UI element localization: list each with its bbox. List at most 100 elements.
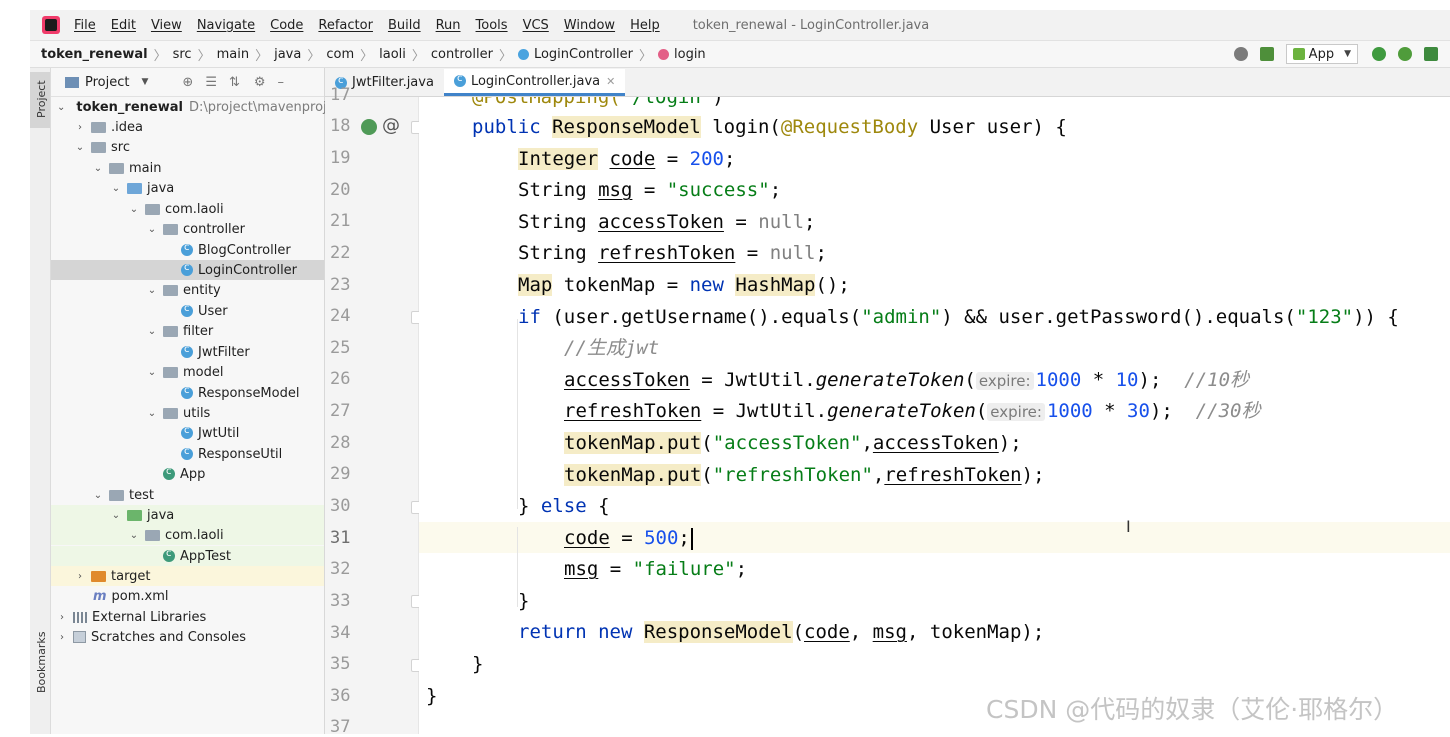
rerun-icon[interactable] <box>1372 47 1386 61</box>
run-config-select[interactable]: App ▼ <box>1285 44 1358 64</box>
tree-item-apptest[interactable]: AppTest <box>51 546 324 566</box>
tree-item-pom[interactable]: m pom.xml <box>51 586 366 606</box>
tree-label: target <box>111 568 151 584</box>
class-icon <box>181 262 193 276</box>
menu-run[interactable]: Run <box>436 18 461 33</box>
intellij-logo-icon <box>42 16 60 34</box>
code-line-28: tokenMap.put("accessToken",accessToken); <box>564 432 1022 454</box>
menu-file[interactable]: File <box>74 18 96 33</box>
tree-item-test-package[interactable]: ⌄ com.laoli <box>51 525 324 545</box>
close-icon[interactable]: ✕ <box>606 75 615 88</box>
menu-code[interactable]: Code <box>270 18 303 33</box>
code-line-17: @PostMapping("/login") <box>472 97 724 108</box>
chevron-right-icon: 〉 <box>307 48 321 64</box>
breadcrumb-com[interactable]: com <box>326 47 354 62</box>
line-number: 18 <box>330 116 351 136</box>
chevron-down-icon[interactable]: ⌄ <box>93 163 103 174</box>
code-line-25: //生成jwt <box>564 337 660 359</box>
chevron-down-icon[interactable]: ⌄ <box>147 367 157 378</box>
tree-label: BlogController <box>198 242 291 258</box>
tree-item-logincontroller[interactable]: LoginController <box>51 260 324 280</box>
chevron-right-icon[interactable]: › <box>75 571 85 582</box>
excluded-folder-icon <box>91 570 106 582</box>
tab-logincontroller[interactable]: LoginController.java ✕ <box>443 69 626 96</box>
project-panel-header: Project ▼ ⊕ ☰ ⇅ ⚙ – <box>51 68 324 97</box>
tree-label: JwtFilter <box>198 344 250 360</box>
breadcrumb-laoli[interactable]: laoli <box>379 47 406 62</box>
chevron-down-icon[interactable]: ⌄ <box>93 490 103 501</box>
project-panel-title[interactable]: Project <box>85 75 129 90</box>
code-line-18: public ResponseModel login(@RequestBody … <box>472 116 1067 138</box>
chevron-down-icon[interactable]: ⌄ <box>75 142 85 153</box>
tree-item-test-java[interactable]: ⌄ java <box>51 505 324 525</box>
chevron-down-icon[interactable]: ⌄ <box>111 183 121 194</box>
annotation-icon[interactable]: @ <box>382 115 400 136</box>
gear-icon[interactable]: ⚙ <box>254 75 266 90</box>
chevron-down-icon[interactable]: ⌄ <box>111 510 121 521</box>
code-editor[interactable]: @PostMapping("/login") public ResponseMo… <box>419 97 1450 734</box>
project-view-icon <box>65 76 79 88</box>
bookmarks-tool-label[interactable]: Bookmarks <box>35 632 48 693</box>
code-line-20: String msg = "success"; <box>518 179 782 201</box>
package-icon <box>163 325 178 337</box>
tree-item-external-libraries[interactable]: › External Libraries <box>51 607 330 627</box>
chevron-down-icon[interactable]: ▼ <box>141 77 148 87</box>
tree-item-target[interactable]: › target <box>51 566 324 586</box>
tree-item-idea[interactable]: › .idea <box>51 117 348 137</box>
collapse-all-icon[interactable]: ☰ <box>205 75 217 90</box>
breadcrumb-main[interactable]: main <box>217 47 249 62</box>
locate-icon[interactable]: ⊕ <box>182 75 193 90</box>
menu-build[interactable]: Build <box>388 18 421 33</box>
tree-item-scratches[interactable]: › Scratches and Consoles <box>51 627 330 647</box>
project-tool-button[interactable]: Project <box>30 72 50 128</box>
code-line-26: accessToken = JwtUtil.generateToken(expi… <box>564 369 1250 391</box>
tree-item-project-root[interactable]: ⌄ token_renewal D:\project\mavenproje <box>51 97 335 117</box>
menu-window[interactable]: Window <box>564 18 615 33</box>
menu-refactor[interactable]: Refactor <box>318 18 373 33</box>
folder-icon <box>109 489 124 501</box>
minimize-icon[interactable]: – <box>278 75 285 90</box>
breadcrumb-java[interactable]: java <box>274 47 301 62</box>
breadcrumb-project[interactable]: token_renewal <box>41 47 148 62</box>
coverage-icon[interactable] <box>1424 47 1438 61</box>
chevron-right-icon[interactable]: › <box>57 612 67 623</box>
chevron-right-icon[interactable]: › <box>57 632 67 643</box>
tree-label: test <box>129 487 154 503</box>
breadcrumb-login[interactable]: login <box>674 47 706 62</box>
chevron-down-icon[interactable]: ⌄ <box>129 530 139 541</box>
chevron-down-icon[interactable]: ⌄ <box>129 204 139 215</box>
tree-item-test[interactable]: ⌄ test <box>51 485 366 505</box>
menu-view[interactable]: View <box>151 18 182 33</box>
tree-item-src[interactable]: ⌄ src <box>51 137 348 157</box>
chevron-down-icon[interactable]: ⌄ <box>147 224 157 235</box>
line-number-current: 31 <box>330 528 351 548</box>
breadcrumb-logincontroller[interactable]: LoginController <box>534 47 633 62</box>
tree-label: java <box>147 180 175 196</box>
tree-item-main[interactable]: ⌄ main <box>51 158 366 178</box>
expand-icon[interactable]: ⇅ <box>229 75 240 90</box>
menu-navigate[interactable]: Navigate <box>197 18 255 33</box>
chevron-right-icon: 〉 <box>411 48 425 64</box>
hammer-icon[interactable] <box>1259 47 1274 61</box>
menu-tools[interactable]: Tools <box>476 18 508 33</box>
line-number: 24 <box>330 306 351 326</box>
user-icon[interactable] <box>1233 47 1248 61</box>
app-class-icon <box>163 466 175 480</box>
breadcrumb-controller[interactable]: controller <box>431 47 493 62</box>
debug-icon[interactable] <box>1398 47 1412 61</box>
code-line-22: String refreshToken = null; <box>518 242 827 264</box>
chevron-down-icon[interactable]: ⌄ <box>147 285 157 296</box>
chevron-down-icon[interactable]: ⌄ <box>57 102 65 113</box>
chevron-down-icon[interactable]: ⌄ <box>147 326 157 337</box>
tree-label: LoginController <box>198 262 298 278</box>
line-number: 21 <box>330 211 351 231</box>
menu-edit[interactable]: Edit <box>111 18 136 33</box>
project-tool-label: Project <box>35 80 48 118</box>
tree-label: .idea <box>111 119 143 135</box>
chevron-down-icon[interactable]: ⌄ <box>147 408 157 419</box>
chevron-right-icon[interactable]: › <box>75 122 85 133</box>
breadcrumb-src[interactable]: src <box>173 47 192 62</box>
spring-mapping-icon[interactable] <box>361 119 377 135</box>
menu-help[interactable]: Help <box>630 18 660 33</box>
menu-vcs[interactable]: VCS <box>523 18 549 33</box>
